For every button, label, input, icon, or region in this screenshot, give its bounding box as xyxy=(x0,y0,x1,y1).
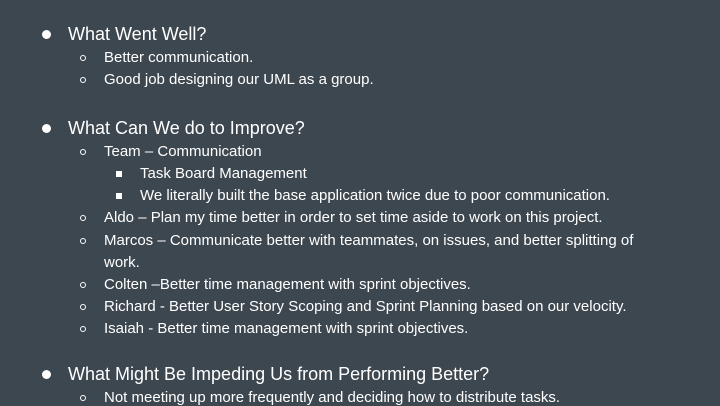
circle-bullet-icon xyxy=(80,304,86,310)
disc-bullet-icon xyxy=(42,124,51,133)
sub-list-item-text: Task Board Management xyxy=(140,165,307,182)
list-item-text: Colten –Better time management with spri… xyxy=(104,276,471,293)
circle-bullet-icon xyxy=(80,395,86,401)
circle-bullet-icon xyxy=(80,215,86,221)
list-item-text: Team – Communication xyxy=(104,143,262,160)
list-item-text: Richard - Better User Story Scoping and … xyxy=(104,298,627,315)
list-item-text: work. xyxy=(104,254,140,271)
square-bullet-icon xyxy=(116,171,122,177)
circle-bullet-icon xyxy=(80,149,86,155)
circle-bullet-icon xyxy=(80,238,86,244)
circle-bullet-icon xyxy=(80,55,86,61)
list-item-text: Aldo – Plan my time better in order to s… xyxy=(104,209,603,226)
slide: What Went Well? Better communication. Go… xyxy=(0,0,720,406)
list-item-text: Isaiah - Better time management with spr… xyxy=(104,320,469,337)
circle-bullet-icon xyxy=(80,282,86,288)
disc-bullet-icon xyxy=(42,30,51,39)
section-heading: What Went Well? xyxy=(68,24,207,44)
disc-bullet-icon xyxy=(42,370,51,379)
section-heading: What Can We do to Improve? xyxy=(68,118,305,138)
list-item-text: Good job designing our UML as a group. xyxy=(104,71,374,88)
list-item-text: Better communication. xyxy=(104,49,254,66)
sub-list-item-text: We literally built the base application … xyxy=(140,187,610,204)
circle-bullet-icon xyxy=(80,326,86,332)
circle-bullet-icon xyxy=(80,77,86,83)
square-bullet-icon xyxy=(116,193,122,199)
list-item-text: Not meeting up more frequently and decid… xyxy=(104,389,561,406)
list-item-text: Marcos – Communicate better with teammat… xyxy=(104,232,634,249)
section-heading: What Might Be Impeding Us from Performin… xyxy=(68,364,490,384)
